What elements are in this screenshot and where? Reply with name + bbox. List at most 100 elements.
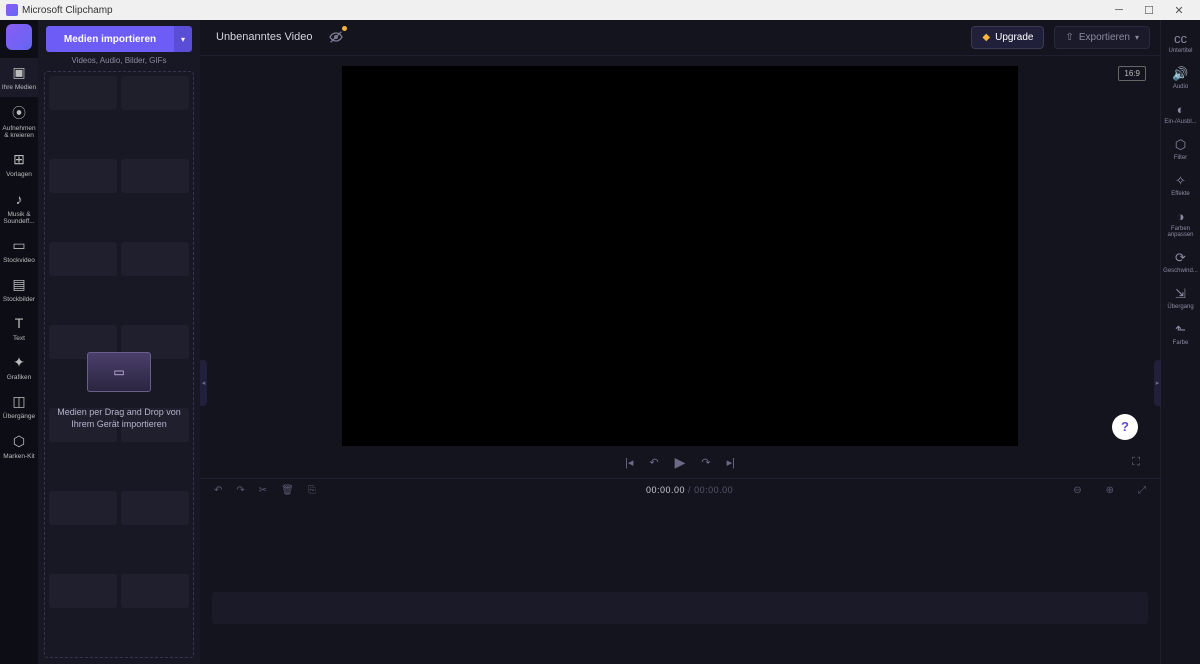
split-button[interactable]: ✂ <box>259 485 267 496</box>
sidebar-label: Vorlagen <box>0 171 38 178</box>
redo-button[interactable]: ↷ <box>236 485 244 496</box>
fade-icon: ◐ <box>1161 102 1200 117</box>
skip-end-button[interactable]: ▸| <box>727 456 735 469</box>
fullscreen-button[interactable]: ⛶ <box>1132 456 1140 469</box>
audio-icon: 🔊 <box>1161 66 1200 82</box>
help-button[interactable]: ? <box>1112 414 1138 440</box>
transition-icon: ⇲ <box>1161 286 1200 302</box>
undo-button[interactable]: ↶ <box>214 485 222 496</box>
top-bar: Unbenanntes Video ◆ Upgrade ⇧ Exportiere… <box>200 20 1160 56</box>
zoom-in-button[interactable]: ⊕ <box>1106 485 1114 496</box>
timecode-current: 00:00.00 <box>646 485 685 495</box>
media-icon: ▣ <box>12 64 25 80</box>
maximize-button[interactable]: ☐ <box>1134 4 1164 17</box>
subtitles-icon: cc <box>1161 31 1200 46</box>
right-label: Farbe <box>1161 340 1200 346</box>
skip-start-button[interactable]: |◂ <box>625 456 633 469</box>
clipchamp-logo[interactable] <box>6 24 32 50</box>
timeline-toolbar: ↶ ↷ ✂ 🗑 ⎘ 00:00.00 / 00:00.00 ⊖ ⊕ ⤢ <box>200 478 1160 502</box>
step-back-button[interactable]: ↶ <box>649 456 658 469</box>
right-item-effects[interactable]: ✧ Effekte <box>1161 168 1200 202</box>
timeline[interactable] <box>200 502 1160 664</box>
right-item-filter[interactable]: ⬡ Filter <box>1161 132 1200 166</box>
right-item-transition[interactable]: ⇲ Übergang <box>1161 281 1200 315</box>
sidebar-item-music[interactable]: ♪ Musik & Soundeff... <box>0 185 38 231</box>
media-types-label: Videos, Audio, Bilder, GIFs <box>38 56 200 65</box>
duplicate-button[interactable]: ⎘ <box>308 485 316 496</box>
media-dropzone[interactable]: ▭ Medien per Drag and Drop von Ihrem Ger… <box>44 71 194 658</box>
left-sidebar: ▣ Ihre Medien ⦿ Aufnehmen & kreieren ⊞ V… <box>0 20 38 664</box>
sidebar-item-record[interactable]: ⦿ Aufnehmen & kreieren <box>0 97 38 145</box>
timecode-sep: / <box>685 485 694 495</box>
right-item-color[interactable]: ⬑ Farbe <box>1161 317 1200 351</box>
right-label: Ein-/Ausbl... <box>1161 119 1200 125</box>
preview-stage: 16:9 |◂ ↶ ▶ ↷ ▸| ⛶ ? <box>200 56 1160 478</box>
close-button[interactable]: ✕ <box>1164 4 1194 17</box>
right-item-speed[interactable]: ⟳ Geschwind... <box>1161 245 1200 279</box>
dropzone-text: Medien per Drag and Drop von Ihrem Gerät… <box>45 406 193 430</box>
export-label: Exportieren <box>1079 32 1130 43</box>
sidebar-label: Marken-Kit <box>0 453 38 460</box>
sidebar-item-transitions[interactable]: ◫ Übergänge <box>0 387 38 426</box>
export-button[interactable]: ⇧ Exportieren ▾ <box>1054 26 1150 49</box>
timecode-duration: 00:00.00 <box>694 485 733 495</box>
right-item-colors[interactable]: ◑ Farben anpassen <box>1161 204 1200 243</box>
right-item-fade[interactable]: ◐ Ein-/Ausbl... <box>1161 97 1200 130</box>
right-label: Geschwind... <box>1161 268 1200 274</box>
colors-icon: ◑ <box>1161 209 1200 224</box>
diamond-icon: ◆ <box>982 32 990 43</box>
right-label: Filter <box>1161 155 1200 161</box>
sidebar-item-stockvideo[interactable]: ▭ Stockvideo <box>0 231 38 270</box>
aspect-ratio-button[interactable]: 16:9 <box>1118 66 1146 81</box>
sidebar-item-brandkit[interactable]: ⬡ Marken-Kit <box>0 427 38 466</box>
speed-icon: ⟳ <box>1161 250 1200 266</box>
collapse-right-panel[interactable]: ▸ <box>1154 360 1161 406</box>
sidebar-label: Musik & Soundeff... <box>0 211 38 225</box>
right-item-subtitles[interactable]: cc Untertitel <box>1161 26 1200 59</box>
import-dropdown-button[interactable]: ▾ <box>174 26 192 52</box>
right-item-audio[interactable]: 🔊 Audio <box>1161 61 1200 95</box>
delete-button[interactable]: 🗑 <box>281 485 294 496</box>
brandkit-icon: ⬡ <box>13 433 25 449</box>
sidebar-item-graphics[interactable]: ✦ Grafiken <box>0 348 38 387</box>
app-icon <box>6 4 18 16</box>
stockvideo-icon: ▭ <box>12 237 25 253</box>
sidebar-label: Stockbilder <box>0 296 38 303</box>
import-media-button[interactable]: Medien importieren <box>46 26 174 52</box>
effects-icon: ✧ <box>1161 173 1200 189</box>
upgrade-button[interactable]: ◆ Upgrade <box>971 26 1044 49</box>
sidebar-label: Stockvideo <box>0 257 38 264</box>
step-forward-button[interactable]: ↷ <box>701 456 710 469</box>
visibility-icon[interactable] <box>328 29 344 45</box>
minimize-button[interactable]: ─ <box>1104 4 1134 16</box>
filter-icon: ⬡ <box>1161 137 1200 153</box>
right-label: Untertitel <box>1161 48 1200 54</box>
export-icon: ⇧ <box>1065 32 1073 43</box>
music-icon: ♪ <box>16 191 23 207</box>
media-panel: Medien importieren ▾ Videos, Audio, Bild… <box>38 20 200 664</box>
text-icon: T <box>15 315 24 331</box>
sidebar-item-templates[interactable]: ⊞ Vorlagen <box>0 145 38 184</box>
app-title: Microsoft Clipchamp <box>22 5 113 16</box>
sidebar-item-your-media[interactable]: ▣ Ihre Medien <box>0 58 38 97</box>
transitions-icon: ◫ <box>12 393 25 409</box>
project-title-input[interactable]: Unbenanntes Video <box>210 27 318 47</box>
record-icon: ⦿ <box>12 105 26 121</box>
sidebar-label: Übergänge <box>0 413 38 420</box>
timeline-track[interactable] <box>212 592 1148 624</box>
sidebar-item-stockimages[interactable]: ▤ Stockbilder <box>0 270 38 309</box>
chevron-down-icon: ▾ <box>1135 33 1139 42</box>
right-label: Effekte <box>1161 191 1200 197</box>
right-label: Farben anpassen <box>1161 226 1200 238</box>
center-area: Unbenanntes Video ◆ Upgrade ⇧ Exportiere… <box>200 20 1160 664</box>
dropzone-thumb-icon: ▭ <box>87 352 151 392</box>
video-preview[interactable] <box>342 66 1018 446</box>
fit-button[interactable]: ⤢ <box>1138 485 1146 496</box>
play-button[interactable]: ▶ <box>675 454 686 471</box>
sidebar-item-text[interactable]: T Text <box>0 309 38 348</box>
zoom-out-button[interactable]: ⊖ <box>1073 485 1081 496</box>
right-label: Übergang <box>1161 304 1200 310</box>
color-icon: ⬑ <box>1161 322 1200 338</box>
upgrade-label: Upgrade <box>995 32 1033 43</box>
graphics-icon: ✦ <box>13 354 25 370</box>
